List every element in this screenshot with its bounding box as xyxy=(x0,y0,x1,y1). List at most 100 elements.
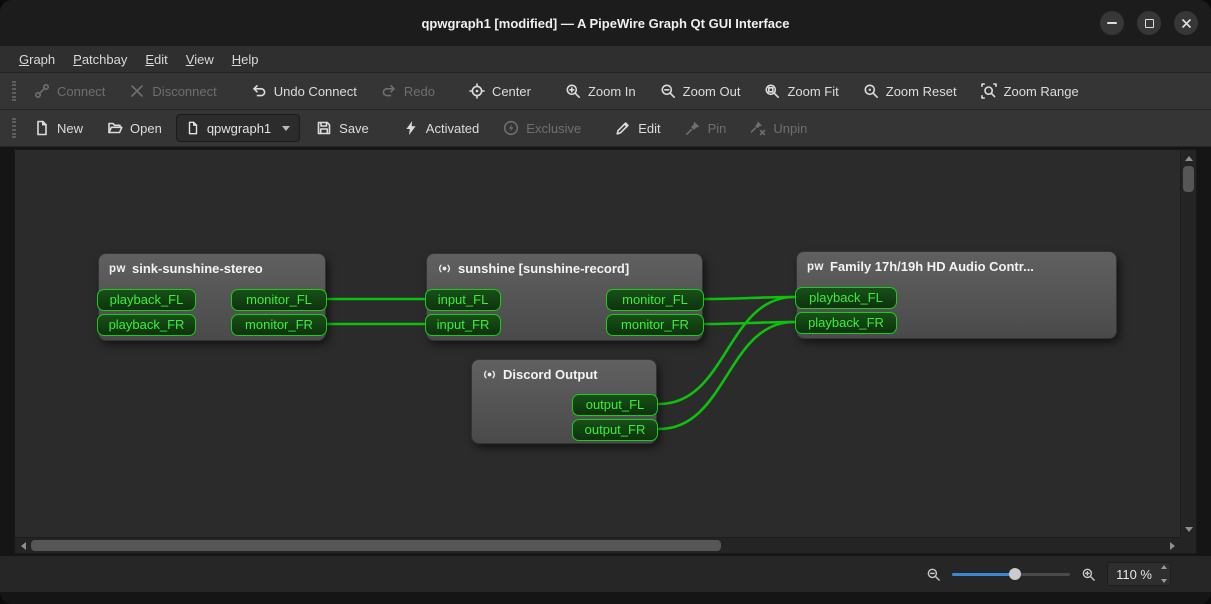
edit-button[interactable]: Edit xyxy=(605,114,670,142)
menu-patchbay[interactable]: Patchbay xyxy=(64,48,136,71)
zoom-reset-label: Zoom Reset xyxy=(886,84,957,99)
port-input-fl[interactable]: input_FL xyxy=(425,289,501,311)
vertical-scroll-thumb[interactable] xyxy=(1183,166,1194,192)
port-input-fr[interactable]: input_FR xyxy=(425,314,501,336)
zoom-out-button[interactable]: Zoom Out xyxy=(650,77,751,105)
undo-connect-button[interactable]: Undo Connect xyxy=(241,77,367,105)
scroll-right-button[interactable] xyxy=(1164,538,1180,554)
minimize-button[interactable] xyxy=(1100,11,1124,35)
open-label: Open xyxy=(130,121,162,136)
horizontal-scrollbar[interactable] xyxy=(15,537,1180,553)
zoom-in-label: Zoom In xyxy=(588,84,636,99)
exclusive-button[interactable]: Exclusive xyxy=(493,114,591,142)
menu-graph[interactable]: Graph xyxy=(10,48,64,71)
zoom-percent-spinbox[interactable]: 110 % xyxy=(1107,562,1171,586)
zoom-fit-button[interactable]: Zoom Fit xyxy=(754,77,848,105)
titlebar[interactable]: qpwgraph1 [modified] — A PipeWire Graph … xyxy=(0,0,1211,46)
menu-edit[interactable]: Edit xyxy=(136,48,176,71)
port-monitor-fl[interactable]: monitor_FL xyxy=(231,289,327,311)
save-button[interactable]: Save xyxy=(306,114,379,142)
exclusive-label: Exclusive xyxy=(526,121,581,136)
unpin-label: Unpin xyxy=(773,121,807,136)
disconnect-icon xyxy=(129,83,145,99)
connect-button[interactable]: Connect xyxy=(24,77,115,105)
port-monitor-fl[interactable]: monitor_FL xyxy=(606,289,704,311)
connect-label: Connect xyxy=(57,84,105,99)
patchbay-profile-select[interactable]: qpwgraph1 xyxy=(176,114,300,142)
maximize-button[interactable] xyxy=(1137,11,1161,35)
slider-handle[interactable] xyxy=(1009,568,1021,580)
zoom-range-icon xyxy=(981,83,997,99)
port-output-fr[interactable]: output_FR xyxy=(572,419,658,441)
menu-view[interactable]: View xyxy=(177,48,223,71)
pin-button[interactable]: Pin xyxy=(675,114,737,142)
zoom-out-label: Zoom Out xyxy=(683,84,741,99)
graph-canvas[interactable]: pw sink-sunshine-stereo playback_FL play… xyxy=(15,150,1180,537)
port-monitor-fr[interactable]: monitor_FR xyxy=(231,314,327,336)
disconnect-label: Disconnect xyxy=(152,84,216,99)
center-button[interactable]: Center xyxy=(459,77,541,105)
scroll-down-button[interactable] xyxy=(1181,521,1197,537)
pin-icon xyxy=(685,120,701,136)
zoom-in-icon xyxy=(565,83,581,99)
zoom-range-button[interactable]: Zoom Range xyxy=(971,77,1089,105)
spin-down-button[interactable] xyxy=(1161,579,1167,583)
new-button[interactable]: New xyxy=(24,114,93,142)
node-header: Discord Output xyxy=(472,360,656,386)
scroll-left-button[interactable] xyxy=(15,538,31,554)
horizontal-scroll-thumb[interactable] xyxy=(31,540,721,551)
close-icon xyxy=(1181,18,1192,29)
new-label: New xyxy=(57,121,83,136)
node-sink-sunshine-stereo[interactable]: pw sink-sunshine-stereo playback_FL play… xyxy=(98,253,326,341)
zoom-in-mini-icon xyxy=(1081,567,1096,582)
zoom-in-button[interactable]: Zoom In xyxy=(555,77,646,105)
node-title: sunshine [sunshine-record] xyxy=(458,261,629,276)
node-sunshine[interactable]: sunshine [sunshine-record] input_FL inpu… xyxy=(426,253,703,341)
port-playback-fr[interactable]: playback_FR xyxy=(795,312,897,334)
node-header: sunshine [sunshine-record] xyxy=(427,254,702,280)
activated-button[interactable]: Activated xyxy=(393,114,489,142)
zoom-fit-icon xyxy=(764,83,780,99)
close-button[interactable] xyxy=(1174,11,1198,35)
scroll-up-button[interactable] xyxy=(1181,150,1197,166)
vertical-scrollbar[interactable] xyxy=(1180,150,1196,537)
node-title: Discord Output xyxy=(503,367,598,382)
lightning-icon xyxy=(403,120,419,136)
node-discord-output[interactable]: Discord Output output_FL output_FR xyxy=(471,359,657,444)
port-playback-fr[interactable]: playback_FR xyxy=(97,314,196,336)
pipewire-icon: pw xyxy=(807,261,824,273)
port-monitor-fr[interactable]: monitor_FR xyxy=(606,314,704,336)
app-window: qpwgraph1 [modified] — A PipeWire Graph … xyxy=(0,0,1211,604)
activated-label: Activated xyxy=(426,121,479,136)
node-title: sink-sunshine-stereo xyxy=(132,261,263,276)
menubar: Graph Patchbay Edit View Help xyxy=(0,46,1211,73)
open-button[interactable]: Open xyxy=(97,114,172,142)
port-playback-fl[interactable]: playback_FL xyxy=(97,289,196,311)
window-title: qpwgraph1 [modified] — A PipeWire Graph … xyxy=(421,16,789,31)
patchbay-profile-value: qpwgraph1 xyxy=(207,121,271,136)
redo-icon xyxy=(381,83,397,99)
window-controls xyxy=(1100,0,1198,46)
arrow-down-icon xyxy=(1185,527,1193,532)
zoom-reset-button[interactable]: Zoom Reset xyxy=(853,77,967,105)
exclusive-icon xyxy=(503,120,519,136)
record-icon xyxy=(482,367,497,382)
center-icon xyxy=(469,83,485,99)
redo-button[interactable]: Redo xyxy=(371,77,445,105)
menu-help[interactable]: Help xyxy=(223,48,268,71)
unpin-button[interactable]: Unpin xyxy=(740,114,817,142)
save-label: Save xyxy=(339,121,369,136)
record-icon xyxy=(437,261,452,276)
spin-up-button[interactable] xyxy=(1161,565,1167,569)
disconnect-button[interactable]: Disconnect xyxy=(119,77,226,105)
pencil-icon xyxy=(615,120,631,136)
connect-icon xyxy=(34,83,50,99)
toolbar-grip[interactable] xyxy=(12,118,16,138)
port-output-fl[interactable]: output_FL xyxy=(572,394,658,416)
port-playback-fl[interactable]: playback_FL xyxy=(795,287,897,309)
chevron-down-icon xyxy=(282,126,290,131)
node-family-hd-audio[interactable]: pw Family 17h/19h HD Audio Contr... play… xyxy=(796,251,1117,339)
zoom-slider[interactable] xyxy=(952,565,1070,583)
undo-icon xyxy=(251,83,267,99)
toolbar-grip[interactable] xyxy=(12,81,16,101)
